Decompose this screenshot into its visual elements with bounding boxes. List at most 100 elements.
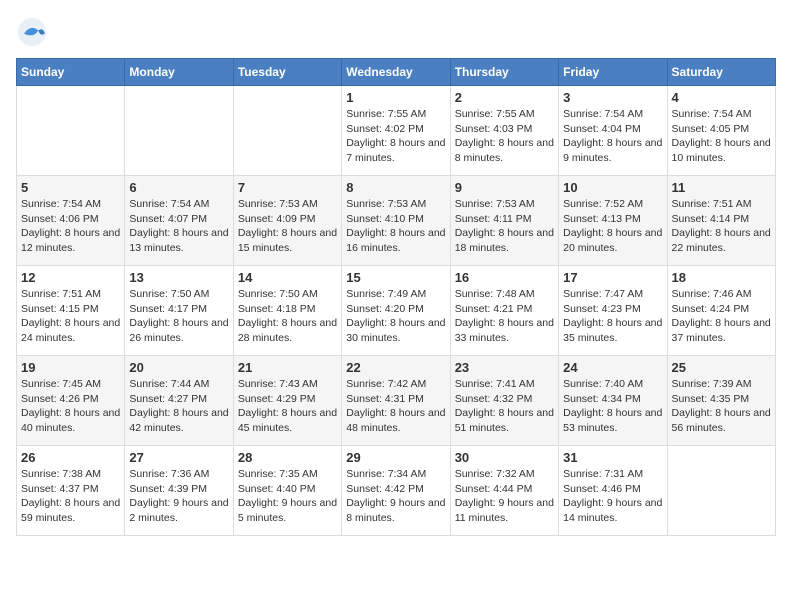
calendar-cell: 16Sunrise: 7:48 AM Sunset: 4:21 PM Dayli… (450, 266, 558, 356)
day-info: Sunrise: 7:54 AM Sunset: 4:05 PM Dayligh… (672, 107, 771, 166)
day-info: Sunrise: 7:38 AM Sunset: 4:37 PM Dayligh… (21, 467, 120, 526)
day-number: 7 (238, 180, 337, 195)
logo-icon (16, 16, 48, 48)
day-number: 17 (563, 270, 662, 285)
calendar-cell: 31Sunrise: 7:31 AM Sunset: 4:46 PM Dayli… (559, 446, 667, 536)
calendar-cell: 18 Sunrise: 7:46 AM Sunset: 4:24 PM Dayli… (667, 266, 775, 356)
calendar-cell: 14Sunrise: 7:50 AM Sunset: 4:18 PM Dayli… (233, 266, 341, 356)
day-number: 8 (346, 180, 445, 195)
day-number: 26 (21, 450, 120, 465)
day-info: Sunrise: 7:53 AM Sunset: 4:09 PM Dayligh… (238, 197, 337, 256)
day-number: 21 (238, 360, 337, 375)
day-info: Sunrise: 7:50 AM Sunset: 4:17 PM Dayligh… (129, 287, 228, 346)
day-info: Sunrise: 7:51 AM Sunset: 4:14 PM Dayligh… (672, 197, 771, 256)
day-info: Sunrise: 7:35 AM Sunset: 4:40 PM Dayligh… (238, 467, 337, 526)
day-info: Sunrise: 7:54 AM Sunset: 4:07 PM Dayligh… (129, 197, 228, 256)
weekday-header-wednesday: Wednesday (342, 59, 450, 86)
day-info: Sunrise: 7:54 AM Sunset: 4:06 PM Dayligh… (21, 197, 120, 256)
day-number: 3 (563, 90, 662, 105)
day-number: 28 (238, 450, 337, 465)
day-info: Sunrise: 7:45 AM Sunset: 4:26 PM Dayligh… (21, 377, 120, 436)
day-info: Sunrise: 7:51 AM Sunset: 4:15 PM Dayligh… (21, 287, 120, 346)
day-number: 27 (129, 450, 228, 465)
day-number: 25 (672, 360, 771, 375)
calendar-cell: 11 Sunrise: 7:51 AM Sunset: 4:14 PM Dayli… (667, 176, 775, 266)
day-info: Sunrise: 7:53 AM Sunset: 4:11 PM Dayligh… (455, 197, 554, 256)
calendar-week-5: 26 Sunrise: 7:38 AM Sunset: 4:37 PM Dayli… (17, 446, 776, 536)
day-number: 31 (563, 450, 662, 465)
calendar-cell (17, 86, 125, 176)
day-info: Sunrise: 7:52 AM Sunset: 4:13 PM Dayligh… (563, 197, 662, 256)
day-number: 2 (455, 90, 554, 105)
day-info: Sunrise: 7:40 AM Sunset: 4:34 PM Dayligh… (563, 377, 662, 436)
calendar-cell: 9Sunrise: 7:53 AM Sunset: 4:11 PM Daylig… (450, 176, 558, 266)
calendar-cell: 23 Sunrise: 7:41 AM Sunset: 4:32 PM Dayli… (450, 356, 558, 446)
day-number: 4 (672, 90, 771, 105)
calendar-week-2: 5 Sunrise: 7:54 AM Sunset: 4:06 PM Daylig… (17, 176, 776, 266)
calendar-cell: 29Sunrise: 7:34 AM Sunset: 4:42 PM Dayli… (342, 446, 450, 536)
calendar-cell: 10 Sunrise: 7:52 AM Sunset: 4:13 PM Dayli… (559, 176, 667, 266)
day-info: Sunrise: 7:54 AM Sunset: 4:04 PM Dayligh… (563, 107, 662, 166)
calendar-cell: 2 Sunrise: 7:55 AM Sunset: 4:03 PM Daylig… (450, 86, 558, 176)
day-info: Sunrise: 7:36 AM Sunset: 4:39 PM Dayligh… (129, 467, 228, 526)
day-number: 23 (455, 360, 554, 375)
calendar-week-1: 1 Sunrise: 7:55 AM Sunset: 4:02 PM Daylig… (17, 86, 776, 176)
day-info: Sunrise: 7:32 AM Sunset: 4:44 PM Dayligh… (455, 467, 554, 526)
weekday-header-monday: Monday (125, 59, 233, 86)
calendar-cell: 20Sunrise: 7:44 AM Sunset: 4:27 PM Dayli… (125, 356, 233, 446)
day-number: 15 (346, 270, 445, 285)
calendar-cell: 28 Sunrise: 7:35 AM Sunset: 4:40 PM Dayli… (233, 446, 341, 536)
day-number: 29 (346, 450, 445, 465)
day-number: 18 (672, 270, 771, 285)
day-number: 19 (21, 360, 120, 375)
day-number: 24 (563, 360, 662, 375)
calendar-cell: 6 Sunrise: 7:54 AM Sunset: 4:07 PM Daylig… (125, 176, 233, 266)
weekday-header-row: SundayMondayTuesdayWednesdayThursdayFrid… (17, 59, 776, 86)
logo (16, 16, 52, 48)
day-info: Sunrise: 7:43 AM Sunset: 4:29 PM Dayligh… (238, 377, 337, 436)
day-number: 11 (672, 180, 771, 195)
calendar-cell: 7 Sunrise: 7:53 AM Sunset: 4:09 PM Daylig… (233, 176, 341, 266)
day-number: 10 (563, 180, 662, 195)
calendar-cell: 15 Sunrise: 7:49 AM Sunset: 4:20 PM Dayli… (342, 266, 450, 356)
day-number: 5 (21, 180, 120, 195)
day-info: Sunrise: 7:39 AM Sunset: 4:35 PM Dayligh… (672, 377, 771, 436)
day-info: Sunrise: 7:42 AM Sunset: 4:31 PM Dayligh… (346, 377, 445, 436)
calendar-cell: 25 Sunrise: 7:39 AM Sunset: 4:35 PM Dayli… (667, 356, 775, 446)
calendar-cell (125, 86, 233, 176)
day-info: Sunrise: 7:46 AM Sunset: 4:24 PM Dayligh… (672, 287, 771, 346)
calendar-cell: 4 Sunrise: 7:54 AM Sunset: 4:05 PM Daylig… (667, 86, 775, 176)
calendar-cell: 22Sunrise: 7:42 AM Sunset: 4:31 PM Dayli… (342, 356, 450, 446)
calendar-cell: 3 Sunrise: 7:54 AM Sunset: 4:04 PM Daylig… (559, 86, 667, 176)
calendar-cell: 19 Sunrise: 7:45 AM Sunset: 4:26 PM Dayli… (17, 356, 125, 446)
calendar-cell: 26 Sunrise: 7:38 AM Sunset: 4:37 PM Dayli… (17, 446, 125, 536)
weekday-header-saturday: Saturday (667, 59, 775, 86)
calendar-cell: 5 Sunrise: 7:54 AM Sunset: 4:06 PM Daylig… (17, 176, 125, 266)
calendar-cell: 30Sunrise: 7:32 AM Sunset: 4:44 PM Dayli… (450, 446, 558, 536)
calendar-cell: 24 Sunrise: 7:40 AM Sunset: 4:34 PM Dayli… (559, 356, 667, 446)
weekday-header-sunday: Sunday (17, 59, 125, 86)
day-number: 1 (346, 90, 445, 105)
calendar-cell: 12 Sunrise: 7:51 AM Sunset: 4:15 PM Dayli… (17, 266, 125, 356)
day-info: Sunrise: 7:48 AM Sunset: 4:21 PM Dayligh… (455, 287, 554, 346)
day-info: Sunrise: 7:44 AM Sunset: 4:27 PM Dayligh… (129, 377, 228, 436)
day-info: Sunrise: 7:49 AM Sunset: 4:20 PM Dayligh… (346, 287, 445, 346)
day-number: 12 (21, 270, 120, 285)
day-info: Sunrise: 7:55 AM Sunset: 4:03 PM Dayligh… (455, 107, 554, 166)
calendar-week-4: 19 Sunrise: 7:45 AM Sunset: 4:26 PM Dayli… (17, 356, 776, 446)
day-number: 6 (129, 180, 228, 195)
day-number: 13 (129, 270, 228, 285)
calendar-cell (233, 86, 341, 176)
day-number: 14 (238, 270, 337, 285)
day-info: Sunrise: 7:47 AM Sunset: 4:23 PM Dayligh… (563, 287, 662, 346)
day-info: Sunrise: 7:55 AM Sunset: 4:02 PM Dayligh… (346, 107, 445, 166)
calendar-cell: 13 Sunrise: 7:50 AM Sunset: 4:17 PM Dayli… (125, 266, 233, 356)
calendar-cell: 8 Sunrise: 7:53 AM Sunset: 4:10 PM Daylig… (342, 176, 450, 266)
day-info: Sunrise: 7:41 AM Sunset: 4:32 PM Dayligh… (455, 377, 554, 436)
calendar-cell: 17 Sunrise: 7:47 AM Sunset: 4:23 PM Dayli… (559, 266, 667, 356)
calendar-cell: 27 Sunrise: 7:36 AM Sunset: 4:39 PM Dayli… (125, 446, 233, 536)
calendar-cell (667, 446, 775, 536)
day-info: Sunrise: 7:53 AM Sunset: 4:10 PM Dayligh… (346, 197, 445, 256)
calendar-cell: 21 Sunrise: 7:43 AM Sunset: 4:29 PM Dayli… (233, 356, 341, 446)
page-header (16, 16, 776, 48)
